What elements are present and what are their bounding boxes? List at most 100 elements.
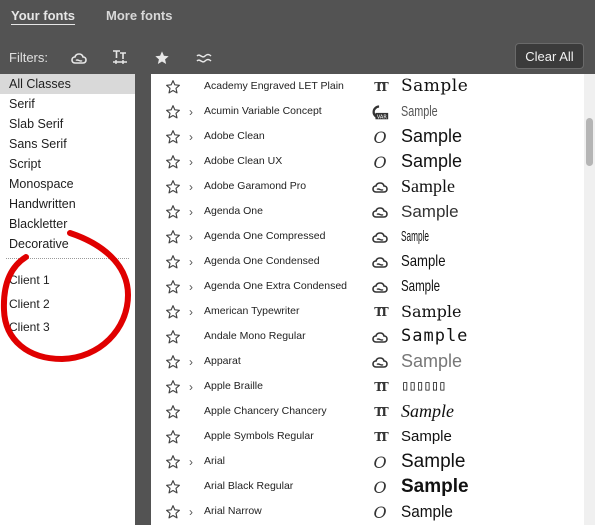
font-row[interactable]: › Agenda One Compressed Sample [151,224,584,249]
font-name: Agenda One Condensed [204,255,320,267]
font-row[interactable]: › Apple Braille TT ▯▯▯▯▯▯ [151,374,584,399]
client-item-1[interactable]: Client 1 [0,269,135,293]
opentype-source-icon: O [373,127,387,147]
truetype-source-icon: TT [374,430,389,444]
favorite-star-icon[interactable] [165,254,181,270]
opentype-source-icon: O [373,502,387,522]
font-row[interactable]: › Arial Narrow O Sample [151,499,584,524]
class-item-script[interactable]: Script [0,154,135,174]
class-item-blackletter[interactable]: Blackletter [0,214,135,234]
expand-chevron-icon[interactable]: › [189,305,193,319]
font-row[interactable]: › Adobe Clean UX O Sample [151,149,584,174]
favorite-star-icon[interactable] [165,479,181,495]
client-item-2[interactable]: Client 2 [0,293,135,317]
font-sample: Sample [401,228,429,245]
font-name: Adobe Clean [204,130,265,142]
expand-chevron-icon[interactable]: › [189,180,193,194]
favorite-star-icon[interactable] [165,379,181,395]
favorite-star-icon[interactable] [165,279,181,295]
font-sample: Sample [401,302,462,321]
expand-chevron-icon[interactable]: › [189,505,193,519]
filter-bar: Filters: Clear All [0,40,595,74]
favorite-star-icon[interactable] [165,329,181,345]
truetype-source-icon: TT [374,380,389,394]
truetype-source-icon: TT [374,305,389,319]
font-name: Agenda One [204,205,263,217]
font-row[interactable]: › Agenda One Sample [151,199,584,224]
star-filter-icon[interactable] [151,47,173,69]
font-name: Academy Engraved LET Plain [204,80,344,92]
favorite-star-icon[interactable] [165,504,181,520]
expand-chevron-icon[interactable]: › [189,130,193,144]
font-row[interactable]: Apple Chancery Chancery TT Sample [151,399,584,424]
creative-cloud-source-icon [370,253,390,271]
font-row[interactable]: › Adobe Garamond Pro Sample [151,174,584,199]
font-name: Arial [204,455,226,467]
opentype-source-icon: O [373,452,387,472]
expand-chevron-icon[interactable]: › [189,455,193,469]
expand-chevron-icon[interactable]: › [189,230,193,244]
favorite-star-icon[interactable] [165,79,181,95]
client-item-3[interactable]: Client 3 [0,316,135,340]
class-item-all-classes[interactable]: All Classes [0,74,135,94]
class-item-decorative[interactable]: Decorative [0,234,135,248]
font-sample: Sample [401,351,463,371]
font-sample: ▯▯▯▯▯▯ [401,378,447,394]
tab-your-fonts[interactable]: Your fonts [11,8,75,23]
font-name: Arial Narrow [204,505,262,517]
class-item-handwritten[interactable]: Handwritten [0,194,135,214]
font-row[interactable]: › Agenda One Condensed Sample [151,249,584,274]
font-sample: Sample [401,502,453,521]
class-item-slab-serif[interactable]: Slab Serif [0,114,135,134]
favorite-star-icon[interactable] [165,204,181,220]
favorite-star-icon[interactable] [165,229,181,245]
favorite-star-icon[interactable] [165,429,181,445]
font-row[interactable]: › Apparat Sample [151,349,584,374]
expand-chevron-icon[interactable]: › [189,280,193,294]
font-name: American Typewriter [204,305,300,317]
font-row[interactable]: › Acumin Variable Concept VAR Sample [151,99,584,124]
favorite-star-icon[interactable] [165,154,181,170]
class-item-serif[interactable]: Serif [0,94,135,114]
font-sample: Sample [401,278,441,295]
class-item-monospace[interactable]: Monospace [0,174,135,194]
font-name: Arial Black Regular [204,480,294,492]
favorite-star-icon[interactable] [165,354,181,370]
font-list-scrollbar[interactable] [584,74,595,525]
font-row[interactable]: Academy Engraved LET Plain TT Sample [151,74,584,99]
filters-label: Filters: [9,50,48,65]
font-name: Andale Mono Regular [204,330,306,342]
favorite-star-icon[interactable] [165,304,181,320]
clear-all-button[interactable]: Clear All [515,43,584,69]
font-row[interactable]: Arial Black Regular O Sample [151,474,584,499]
font-row[interactable]: › Agenda One Extra Condensed Sample [151,274,584,299]
font-sample: Sample [401,76,469,96]
font-row[interactable]: Apple Symbols Regular TT Sample [151,424,584,449]
font-row[interactable]: › Adobe Clean O Sample [151,124,584,149]
favorite-star-icon[interactable] [165,454,181,470]
font-name: Agenda One Compressed [204,230,326,242]
expand-chevron-icon[interactable]: › [189,105,193,119]
similar-filter-icon[interactable] [193,47,215,69]
expand-chevron-icon[interactable]: › [189,355,193,369]
expand-chevron-icon[interactable]: › [189,255,193,269]
expand-chevron-icon[interactable]: › [189,205,193,219]
font-sample: Sample [401,451,466,472]
creative-cloud-filter-icon[interactable] [68,47,90,69]
expand-chevron-icon[interactable]: › [189,380,193,394]
font-row[interactable]: › Arial O Sample [151,449,584,474]
font-size-filter-icon[interactable] [109,47,131,69]
expand-chevron-icon[interactable]: › [189,155,193,169]
favorite-star-icon[interactable] [165,129,181,145]
class-item-sans-serif[interactable]: Sans Serif [0,134,135,154]
truetype-source-icon: TT [374,405,389,419]
favorite-star-icon[interactable] [165,179,181,195]
font-row[interactable]: › American Typewriter TT Sample [151,299,584,324]
font-name: Apple Symbols Regular [204,430,314,442]
favorite-star-icon[interactable] [165,404,181,420]
tab-more-fonts[interactable]: More fonts [106,8,172,23]
font-name: Acumin Variable Concept [204,105,322,117]
favorite-star-icon[interactable] [165,104,181,120]
font-row[interactable]: Andale Mono Regular Sample [151,324,584,349]
scrollbar-thumb[interactable] [586,118,593,166]
